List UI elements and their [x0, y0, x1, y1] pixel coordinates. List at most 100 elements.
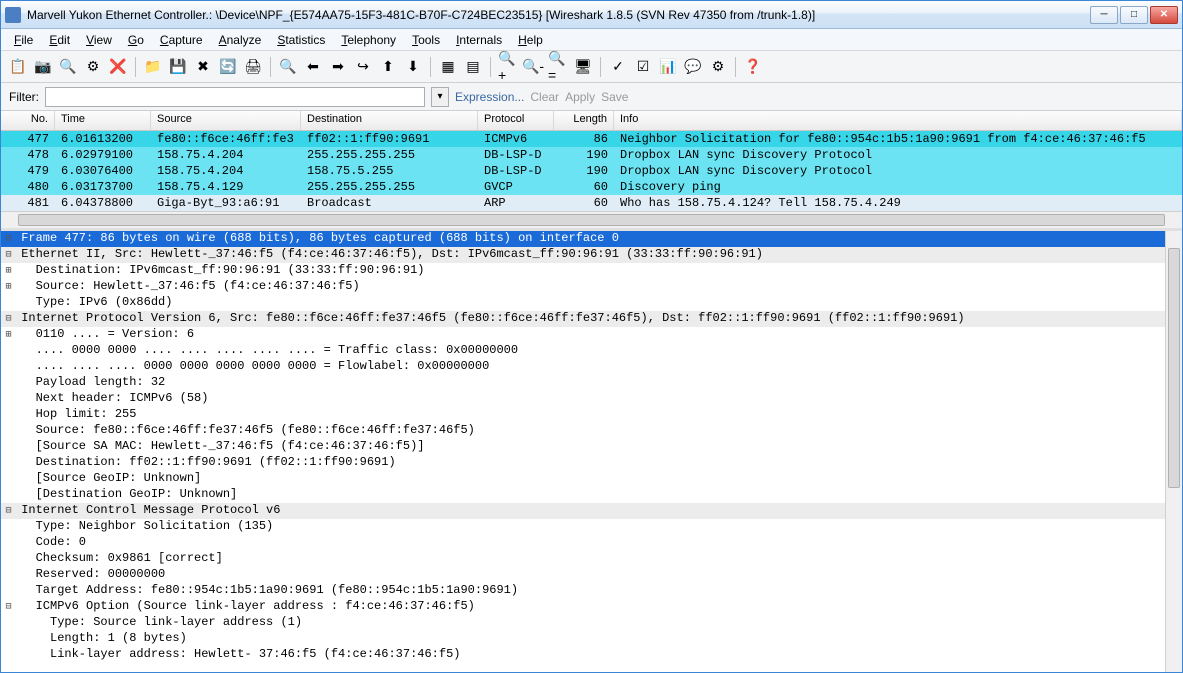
expander-icon[interactable]: ⊟	[3, 248, 14, 263]
toolbar-btn-1[interactable]: 📷	[32, 56, 54, 78]
horizontal-scrollbar[interactable]	[1, 211, 1182, 228]
expander-icon[interactable]	[3, 632, 14, 647]
toolbar-btn-4[interactable]: ❌	[107, 56, 129, 78]
toolbar-btn-30[interactable]: 💬	[682, 56, 704, 78]
tree-row[interactable]: ⊟ Frame 477: 86 bytes on wire (688 bits)…	[1, 231, 1182, 247]
tree-row[interactable]: Length: 1 (8 bytes)	[1, 631, 1182, 647]
minimize-button[interactable]: ─	[1090, 6, 1118, 24]
tree-row[interactable]: .... 0000 0000 .... .... .... .... .... …	[1, 343, 1182, 359]
tree-row[interactable]: ⊞ Destination: IPv6mcast_ff:90:96:91 (33…	[1, 263, 1182, 279]
menu-go[interactable]: Go	[121, 31, 151, 49]
expander-icon[interactable]	[3, 616, 14, 631]
filter-save[interactable]: Save	[601, 90, 628, 104]
packet-row[interactable]: 4796.03076400158.75.4.204158.75.5.255DB-…	[1, 163, 1182, 179]
expander-icon[interactable]	[3, 472, 14, 487]
toolbar-btn-31[interactable]: ⚙	[707, 56, 729, 78]
col-time[interactable]: Time	[55, 111, 151, 130]
expander-icon[interactable]	[3, 584, 14, 599]
expander-icon[interactable]	[3, 440, 14, 455]
menu-edit[interactable]: Edit	[42, 31, 77, 49]
expander-icon[interactable]	[3, 488, 14, 503]
tree-row[interactable]: Reserved: 00000000	[1, 567, 1182, 583]
tree-row[interactable]: Type: IPv6 (0x86dd)	[1, 295, 1182, 311]
toolbar-btn-15[interactable]: ↪	[352, 56, 374, 78]
tree-row[interactable]: Code: 0	[1, 535, 1182, 551]
expander-icon[interactable]	[3, 648, 14, 663]
filter-clear[interactable]: Clear	[530, 90, 559, 104]
tree-row[interactable]: Source: fe80::f6ce:46ff:fe37:46f5 (fe80:…	[1, 423, 1182, 439]
filter-expression[interactable]: Expression...	[455, 90, 524, 104]
toolbar-btn-24[interactable]: 🔍=	[547, 56, 569, 78]
expander-icon[interactable]	[3, 408, 14, 423]
toolbar-btn-22[interactable]: 🔍+	[497, 56, 519, 78]
menu-capture[interactable]: Capture	[153, 31, 210, 49]
packet-row[interactable]: 4786.02979100158.75.4.204255.255.255.255…	[1, 147, 1182, 163]
expander-icon[interactable]: ⊟	[3, 504, 14, 519]
expander-icon[interactable]: ⊟	[3, 600, 14, 615]
expander-icon[interactable]	[3, 568, 14, 583]
expander-icon[interactable]	[3, 520, 14, 535]
toolbar-btn-0[interactable]: 📋	[7, 56, 29, 78]
col-destination[interactable]: Destination	[301, 111, 478, 130]
menu-analyze[interactable]: Analyze	[212, 31, 269, 49]
toolbar-btn-12[interactable]: 🔍	[277, 56, 299, 78]
expander-icon[interactable]: ⊞	[3, 280, 14, 295]
tree-row[interactable]: Hop limit: 255	[1, 407, 1182, 423]
toolbar-btn-2[interactable]: 🔍	[57, 56, 79, 78]
toolbar-btn-7[interactable]: 💾	[167, 56, 189, 78]
toolbar-btn-3[interactable]: ⚙	[82, 56, 104, 78]
menu-statistics[interactable]: Statistics	[270, 31, 332, 49]
toolbar-btn-27[interactable]: ✓	[607, 56, 629, 78]
menu-help[interactable]: Help	[511, 31, 550, 49]
tree-row[interactable]: Next header: ICMPv6 (58)	[1, 391, 1182, 407]
tree-row[interactable]: Link-layer address: Hewlett- 37:46:f5 (f…	[1, 647, 1182, 663]
expander-icon[interactable]	[3, 456, 14, 471]
toolbar-btn-14[interactable]: ➡	[327, 56, 349, 78]
toolbar-btn-17[interactable]: ⬇	[402, 56, 424, 78]
tree-row[interactable]: ⊟ Internet Control Message Protocol v6	[1, 503, 1182, 519]
toolbar-btn-20[interactable]: ▤	[462, 56, 484, 78]
menu-internals[interactable]: Internals	[449, 31, 509, 49]
expander-icon[interactable]: ⊞	[3, 328, 14, 343]
col-length[interactable]: Length	[554, 111, 614, 130]
toolbar-btn-13[interactable]: ⬅	[302, 56, 324, 78]
expander-icon[interactable]: ⊟	[3, 312, 14, 327]
expander-icon[interactable]	[3, 424, 14, 439]
expander-icon[interactable]	[3, 344, 14, 359]
menu-view[interactable]: View	[79, 31, 119, 49]
expander-icon[interactable]	[3, 536, 14, 551]
tree-row[interactable]: [Destination GeoIP: Unknown]	[1, 487, 1182, 503]
toolbar-btn-6[interactable]: 📁	[142, 56, 164, 78]
toolbar-btn-16[interactable]: ⬆	[377, 56, 399, 78]
toolbar-btn-19[interactable]: ▦	[437, 56, 459, 78]
packet-details-pane[interactable]: ⊟ Frame 477: 86 bytes on wire (688 bits)…	[1, 231, 1182, 672]
tree-row[interactable]: ⊟ ICMPv6 Option (Source link-layer addre…	[1, 599, 1182, 615]
tree-row[interactable]: Type: Source link-layer address (1)	[1, 615, 1182, 631]
packet-row[interactable]: 4806.03173700158.75.4.129255.255.255.255…	[1, 179, 1182, 195]
tree-row[interactable]: Checksum: 0x9861 [correct]	[1, 551, 1182, 567]
toolbar-btn-29[interactable]: 📊	[657, 56, 679, 78]
toolbar-btn-23[interactable]: 🔍-	[522, 56, 544, 78]
menu-file[interactable]: File	[7, 31, 40, 49]
tree-row[interactable]: ⊞ Source: Hewlett-_37:46:f5 (f4:ce:46:37…	[1, 279, 1182, 295]
tree-row[interactable]: ⊟ Ethernet II, Src: Hewlett-_37:46:f5 (f…	[1, 247, 1182, 263]
toolbar-btn-10[interactable]: 🖨	[242, 56, 264, 78]
expander-icon[interactable]: ⊞	[3, 264, 14, 279]
packet-list-body[interactable]: 4776.01613200fe80::f6ce:46ff:fe3ff02::1:…	[1, 131, 1182, 211]
packet-row[interactable]: 4776.01613200fe80::f6ce:46ff:fe3ff02::1:…	[1, 131, 1182, 147]
tree-row[interactable]: [Source GeoIP: Unknown]	[1, 471, 1182, 487]
expander-icon[interactable]: ⊟	[3, 232, 14, 247]
toolbar-btn-28[interactable]: ☑	[632, 56, 654, 78]
col-info[interactable]: Info	[614, 111, 1182, 130]
tree-row[interactable]: ⊟ Internet Protocol Version 6, Src: fe80…	[1, 311, 1182, 327]
tree-row[interactable]: Type: Neighbor Solicitation (135)	[1, 519, 1182, 535]
tree-row[interactable]: Target Address: fe80::954c:1b5:1a90:9691…	[1, 583, 1182, 599]
toolbar-btn-8[interactable]: ✖	[192, 56, 214, 78]
packet-row[interactable]: 4816.04378800Giga-Byt_93:a6:91BroadcastA…	[1, 195, 1182, 211]
expander-icon[interactable]	[3, 552, 14, 567]
col-no[interactable]: No.	[1, 111, 55, 130]
menu-telephony[interactable]: Telephony	[334, 31, 403, 49]
tree-row[interactable]: Payload length: 32	[1, 375, 1182, 391]
vertical-scrollbar[interactable]	[1165, 231, 1182, 672]
toolbar-btn-33[interactable]: ❓	[742, 56, 764, 78]
